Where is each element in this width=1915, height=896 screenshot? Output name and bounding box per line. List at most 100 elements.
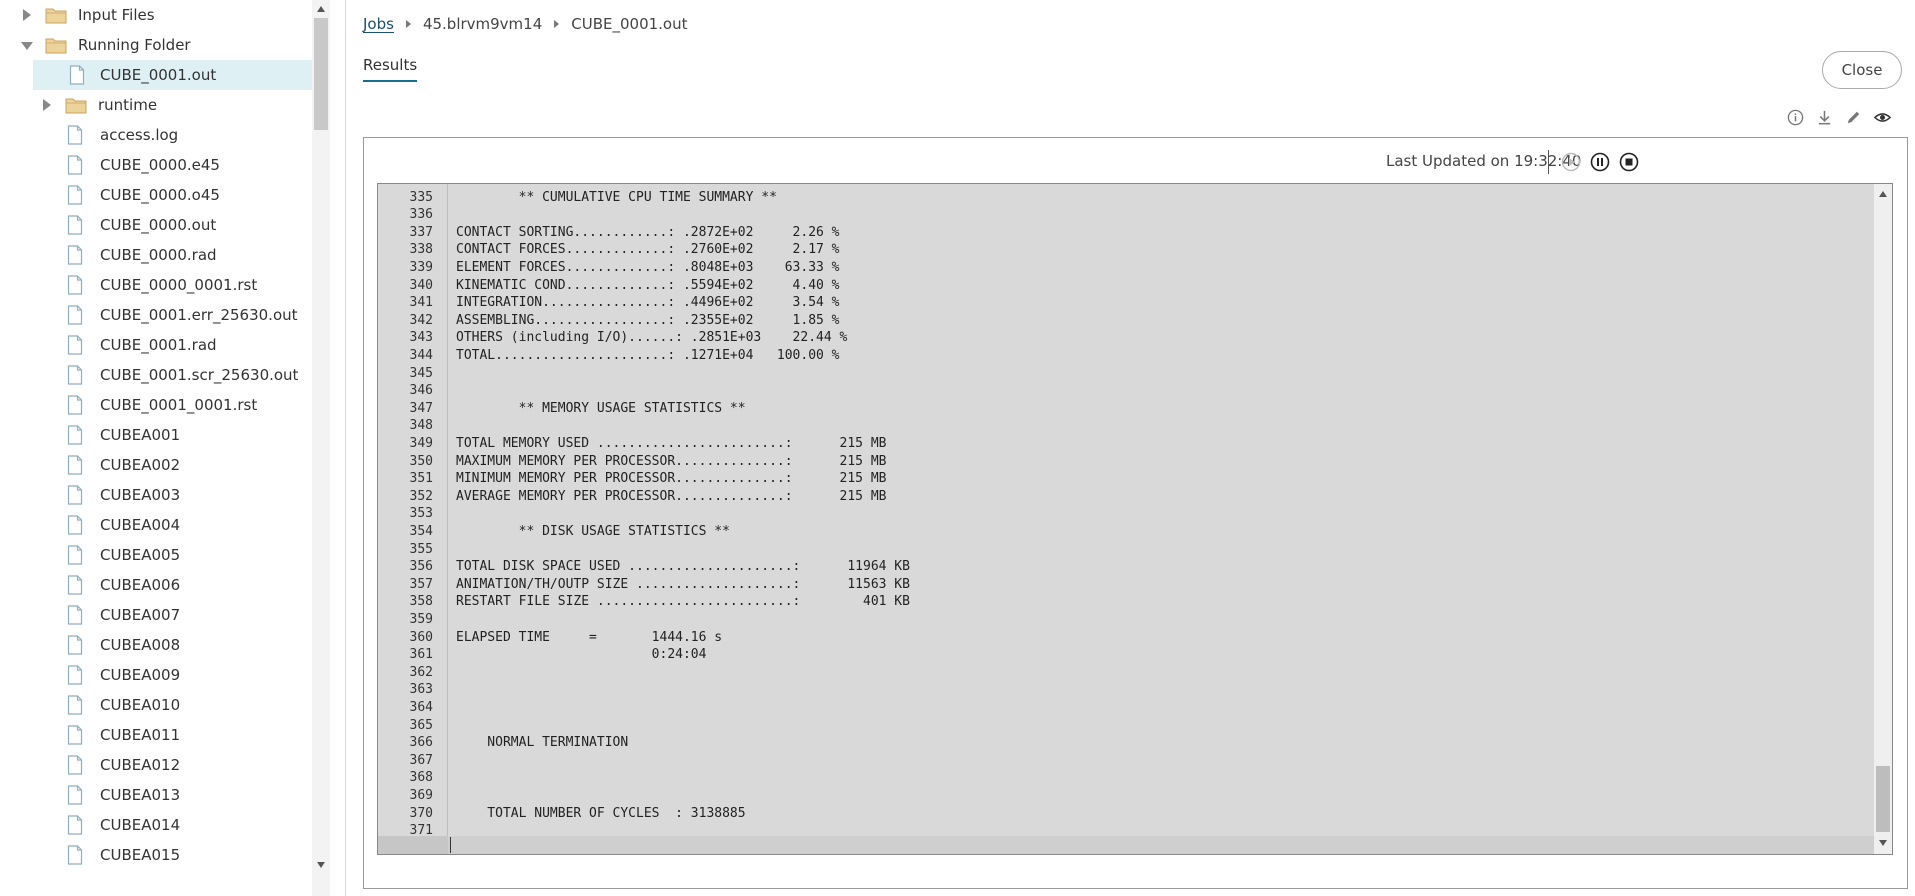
line-number: 364: [409, 699, 433, 715]
file-icon: [67, 155, 83, 175]
tree-file-row[interactable]: CUBEA008: [0, 630, 312, 660]
tree-file-row[interactable]: CUBEA010: [0, 690, 312, 720]
tree-file-row[interactable]: CUBEA013: [0, 780, 312, 810]
tree-folder-row[interactable]: runtime: [0, 90, 312, 120]
tree-file-row[interactable]: CUBEA006: [0, 570, 312, 600]
code-line: OTHERS (including I/O)......: .2851E+03 …: [456, 330, 848, 346]
tree-folder-row[interactable]: Running Folder: [0, 30, 312, 60]
line-number: 346: [409, 383, 433, 399]
file-icon: [67, 755, 83, 775]
editor-scrollbar[interactable]: [1874, 184, 1892, 854]
tree-file-row[interactable]: CUBEA012: [0, 750, 312, 780]
code-line: ** CUMULATIVE CPU TIME SUMMARY **: [456, 189, 777, 205]
line-number: 345: [409, 365, 433, 381]
tree-file-row[interactable]: CUBEA003: [0, 480, 312, 510]
tree-folder-row[interactable]: Input Files: [0, 0, 312, 30]
main-panel: Jobs 45.blrvm9vm14 CUBE_0001.out Results…: [346, 0, 1915, 896]
line-number: 360: [409, 629, 433, 645]
tree-file-row[interactable]: CUBEA015: [0, 840, 312, 870]
line-number: 363: [409, 682, 433, 698]
line-number: 344: [409, 347, 433, 363]
tree-file-row[interactable]: CUBEA005: [0, 540, 312, 570]
file-icon: [67, 215, 83, 235]
tree-file-row[interactable]: CUBE_0000.out: [0, 210, 312, 240]
line-number: 338: [409, 242, 433, 258]
chevron-right-icon[interactable]: [20, 8, 34, 22]
code-line: 0:24:04: [456, 647, 707, 663]
code-line: TOTAL DISK SPACE USED ..................…: [456, 559, 910, 575]
tab-results[interactable]: Results: [363, 56, 418, 82]
file-icon: [67, 665, 83, 685]
tree-item-label: access.log: [100, 126, 179, 144]
tree-item-label: CUBEA011: [100, 726, 181, 744]
edit-icon[interactable]: [1844, 108, 1863, 127]
code-line: ** DISK USAGE STATISTICS **: [456, 523, 730, 539]
output-viewer: Last Updated on 19:32:40 335 336 337 338 339…: [363, 137, 1908, 889]
tree-file-row[interactable]: CUBEA009: [0, 660, 312, 690]
tree-file-row[interactable]: CUBE_0001.scr_25630.out: [0, 360, 312, 390]
current-line-gutter: [378, 836, 448, 854]
breadcrumb-jobs-link[interactable]: Jobs: [363, 15, 394, 33]
chevron-right-icon: [554, 20, 560, 28]
play-icon[interactable]: [1561, 152, 1581, 172]
tree-file-row[interactable]: CUBEA004: [0, 510, 312, 540]
code-line: RESTART FILE SIZE ......................…: [456, 594, 910, 610]
line-number: 356: [409, 559, 433, 575]
code-line: CONTACT SORTING............: .2872E+02 2…: [456, 224, 840, 240]
tree-file-row[interactable]: CUBE_0001.out: [33, 60, 312, 90]
file-icon: [67, 455, 83, 475]
tree-item-label: CUBEA003: [100, 486, 181, 504]
file-icon: [67, 185, 83, 205]
file-icon: [67, 845, 83, 865]
file-icon: [67, 275, 83, 295]
file-icon: [67, 815, 83, 835]
line-number: 354: [409, 523, 433, 539]
file-icon: [67, 335, 83, 355]
pause-icon[interactable]: [1590, 152, 1610, 172]
file-tree-sidebar: Input Files Running Folder CUBE_0001.outru…: [0, 0, 330, 896]
tree-item-label: CUBE_0000_0001.rst: [100, 276, 258, 294]
divider: [1548, 150, 1549, 174]
line-number: 352: [409, 488, 433, 504]
eye-icon[interactable]: [1873, 108, 1892, 127]
line-number: 348: [409, 418, 433, 434]
tree-file-row[interactable]: CUBE_0001.err_25630.out: [0, 300, 312, 330]
file-icon: [67, 425, 83, 445]
close-button[interactable]: Close: [1822, 51, 1902, 89]
file-icon: [67, 395, 83, 415]
tree-file-row[interactable]: CUBEA011: [0, 720, 312, 750]
tree-file-row[interactable]: CUBEA007: [0, 600, 312, 630]
tree-file-row[interactable]: CUBE_0000.rad: [0, 240, 312, 270]
tree-item-label: CUBEA013: [100, 786, 181, 804]
tree-file-row[interactable]: CUBE_0000.e45: [0, 150, 312, 180]
stop-icon[interactable]: [1619, 152, 1639, 172]
sidebar-scroll-thumb[interactable]: [314, 18, 328, 130]
line-number: 368: [409, 770, 433, 786]
line-number: 341: [409, 295, 433, 311]
tree-file-row[interactable]: CUBEA014: [0, 810, 312, 840]
sidebar-scrollbar[interactable]: [312, 0, 330, 896]
tree-file-row[interactable]: CUBE_0000.o45: [0, 180, 312, 210]
breadcrumb-job-id[interactable]: 45.blrvm9vm14: [423, 15, 542, 33]
line-number: 353: [409, 506, 433, 522]
file-icon: [67, 725, 83, 745]
info-icon[interactable]: [1786, 108, 1805, 127]
tree-item-label: CUBEA010: [100, 696, 181, 714]
tree-file-row[interactable]: CUBE_0000_0001.rst: [0, 270, 312, 300]
code-editor[interactable]: 335 336 337 338 339 340 341 342 343 344 345 346 347 3…: [377, 183, 1893, 855]
line-number: 350: [409, 453, 433, 469]
code-line: ASSEMBLING.................: .2355E+02 1…: [456, 312, 840, 328]
chevron-down-icon[interactable]: [20, 38, 34, 52]
tree-file-row[interactable]: CUBEA001: [0, 420, 312, 450]
chevron-right-icon[interactable]: [40, 98, 54, 112]
tree-file-row[interactable]: CUBE_0001_0001.rst: [0, 390, 312, 420]
tree-file-row[interactable]: CUBEA002: [0, 450, 312, 480]
chevron-right-icon: [405, 20, 411, 28]
tree-item-label: CUBE_0001.out: [100, 66, 217, 84]
file-icon: [67, 305, 83, 325]
editor-scroll-thumb[interactable]: [1876, 766, 1890, 832]
tree-item-label: CUBEA014: [100, 816, 181, 834]
tree-file-row[interactable]: access.log: [0, 120, 312, 150]
tree-file-row[interactable]: CUBE_0001.rad: [0, 330, 312, 360]
download-icon[interactable]: [1815, 108, 1834, 127]
